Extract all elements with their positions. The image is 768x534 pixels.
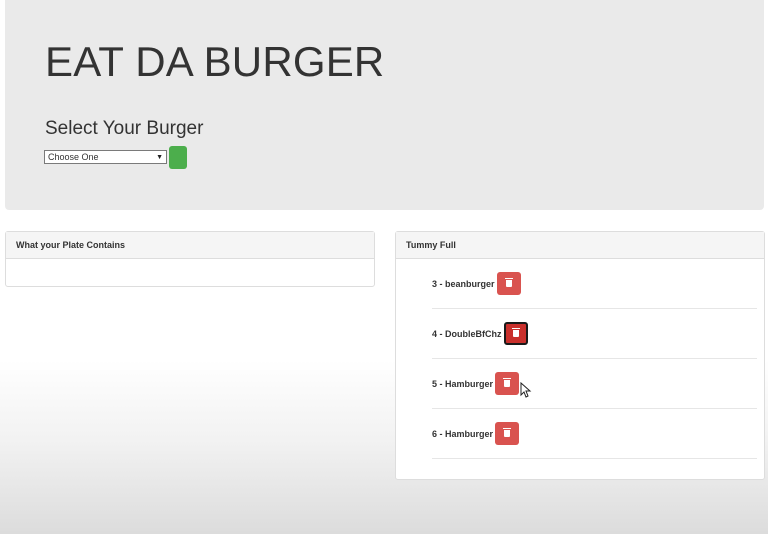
select-heading: Select Your Burger	[45, 118, 204, 139]
delete-button[interactable]	[503, 322, 528, 345]
add-burger-button[interactable]	[169, 146, 187, 169]
burger-label: 3 - beanburger	[432, 278, 495, 289]
list-item: 6 - Hamburger	[432, 409, 757, 459]
mouse-pointer-icon	[520, 382, 532, 398]
list-item: 3 - beanburger	[432, 259, 757, 309]
tummy-panel: Tummy Full 3 - beanburger 4 - DoubleBfCh…	[395, 231, 765, 480]
burger-label: 6 - Hamburger	[432, 428, 494, 439]
delete-button[interactable]	[496, 272, 521, 295]
plate-panel: What your Plate Contains	[5, 231, 375, 287]
tummy-panel-heading: Tummy Full	[396, 232, 764, 259]
eaten-list: 3 - beanburger 4 - DoubleBfChz 5 - Hambu…	[432, 259, 757, 459]
delete-button[interactable]	[495, 422, 520, 445]
burger-select[interactable]: Choose One ▼	[44, 150, 167, 164]
trash-icon	[511, 328, 520, 337]
jumbotron: EAT DA BURGER Select Your Burger Choose …	[5, 0, 764, 210]
burger-select-value: Choose One	[48, 152, 99, 162]
trash-icon	[503, 378, 512, 387]
list-item: 5 - Hamburger	[432, 359, 757, 409]
burger-label: 4 - DoubleBfChz	[432, 328, 502, 339]
delete-button[interactable]	[495, 372, 520, 395]
list-item: 4 - DoubleBfChz	[432, 309, 757, 359]
burger-label: 5 - Hamburger	[432, 378, 494, 389]
trash-icon	[503, 428, 512, 437]
chevron-down-icon: ▼	[156, 153, 163, 161]
plate-panel-heading: What your Plate Contains	[6, 232, 374, 259]
trash-icon	[504, 278, 513, 287]
page-title: EAT DA BURGER	[45, 38, 385, 85]
